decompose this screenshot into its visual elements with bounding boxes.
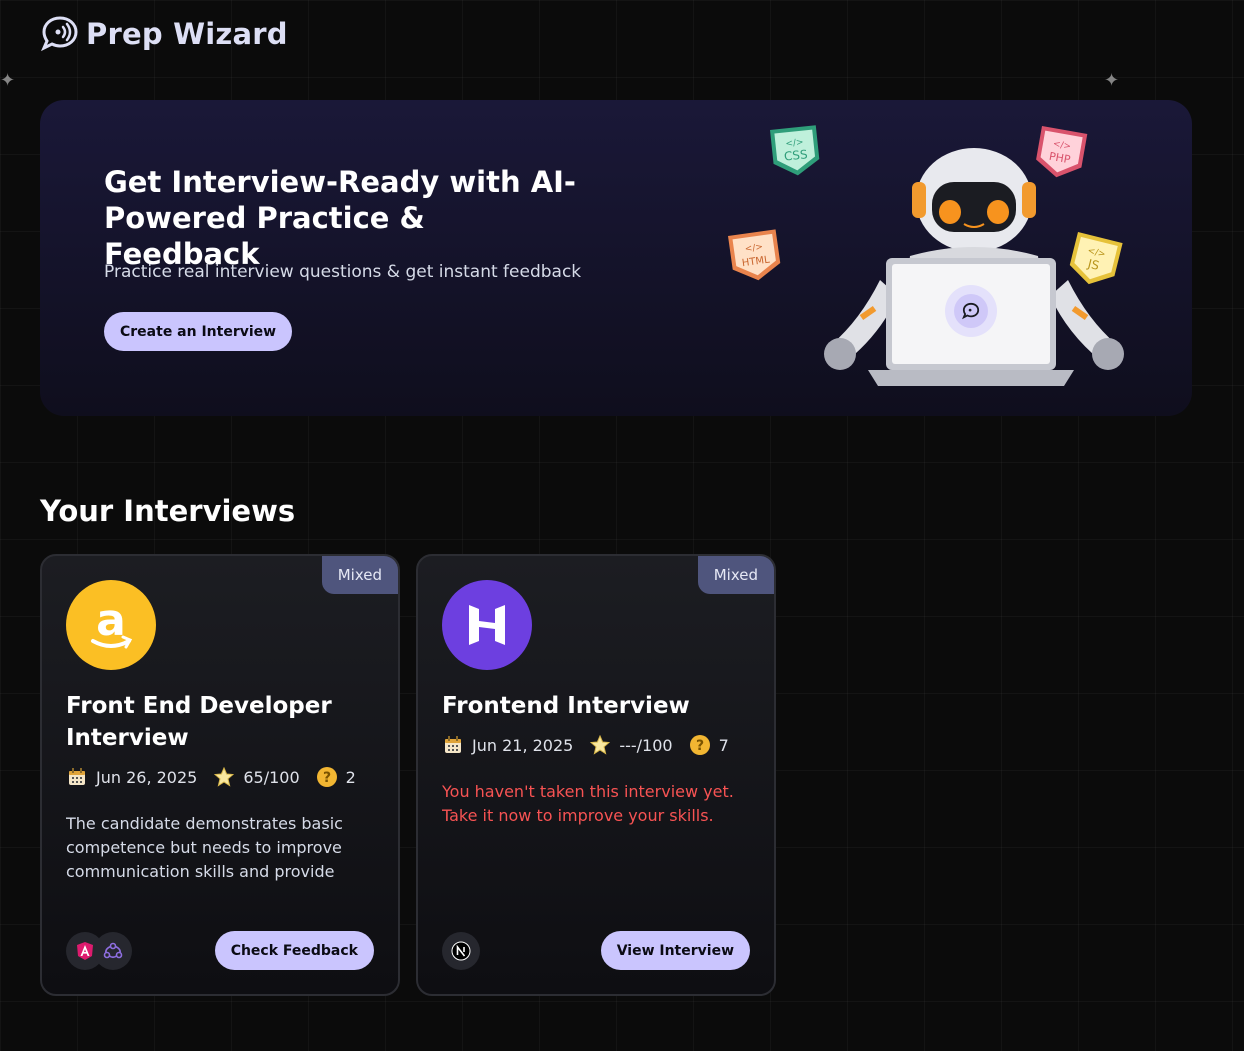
redux-icon: [94, 932, 132, 970]
php-tag: PHP </>: [1036, 126, 1088, 178]
star-icon: [213, 766, 235, 788]
sparkle-icon: ✦: [0, 70, 16, 91]
html-tag: HTML </>: [728, 229, 781, 281]
hero-banner: Get Interview-Ready with AI-Powered Prac…: [40, 100, 1192, 416]
tech-stack: [442, 932, 480, 970]
question-icon: ?: [316, 766, 338, 788]
svg-text:?: ?: [323, 770, 331, 786]
question-count: 2: [345, 767, 356, 787]
interview-description: You haven't taken this interview yet. Ta…: [442, 782, 734, 825]
chat-bubble-logo-icon: [41, 16, 78, 52]
navbar: Prep Wizard: [40, 14, 288, 54]
svg-text:?: ?: [696, 738, 704, 754]
interview-date: Jun 26, 2025: [96, 767, 198, 787]
tech-stack: [66, 932, 132, 970]
home-link[interactable]: Prep Wizard: [40, 14, 288, 54]
sparkle-icon: ✦: [1104, 70, 1120, 91]
hero-subtitle: Practice real interview questions & get …: [104, 262, 582, 282]
js-tag: JS </>: [1069, 232, 1123, 285]
interview-score: 65/100: [243, 767, 300, 787]
svg-text:</>: </>: [785, 138, 804, 150]
css-tag: CSS </>: [770, 125, 820, 176]
interview-type-badge: Mixed: [697, 556, 774, 594]
amazon-logo-icon: a: [66, 580, 156, 670]
interview-role: Front End Developer Interview: [66, 693, 332, 751]
interview-card: Mixed Frontend Interview Jun 21, 2025 --…: [416, 554, 776, 996]
svg-text:a: a: [96, 595, 126, 646]
star-icon: [589, 734, 611, 756]
create-interview-button[interactable]: Create an Interview: [104, 312, 293, 351]
interview-meta: Jun 26, 2025 65/100 ? 2: [66, 766, 356, 788]
calendar-icon: [66, 766, 88, 788]
interview-meta: Jun 21, 2025 ---/100 ? 7: [442, 734, 729, 756]
question-count: 7: [718, 735, 729, 755]
question-icon: ?: [689, 734, 711, 756]
interview-score: ---/100: [619, 735, 673, 755]
nextjs-icon: [442, 932, 480, 970]
brand-name: Prep Wizard: [86, 17, 288, 51]
view-interview-button[interactable]: View Interview: [600, 931, 750, 970]
interview-card: Mixed a Front End Developer Interview Ju…: [40, 554, 400, 996]
hero-title: Get Interview-Ready with AI-Powered Prac…: [104, 165, 576, 271]
interview-role: Frontend Interview: [442, 693, 690, 719]
svg-text:CSS: CSS: [783, 147, 808, 163]
interview-date: Jun 21, 2025: [472, 735, 574, 755]
section-title: Your Interviews: [40, 494, 296, 528]
hostinger-logo-icon: [442, 580, 532, 670]
interview-description: The candidate demonstrates basic compete…: [66, 814, 343, 881]
calendar-icon: [442, 734, 464, 756]
robot-illustration: CSS </> PHP </> HTML </> JS </>: [728, 125, 1124, 386]
interview-type-badge: Mixed: [321, 556, 398, 594]
check-feedback-button[interactable]: Check Feedback: [214, 931, 374, 970]
